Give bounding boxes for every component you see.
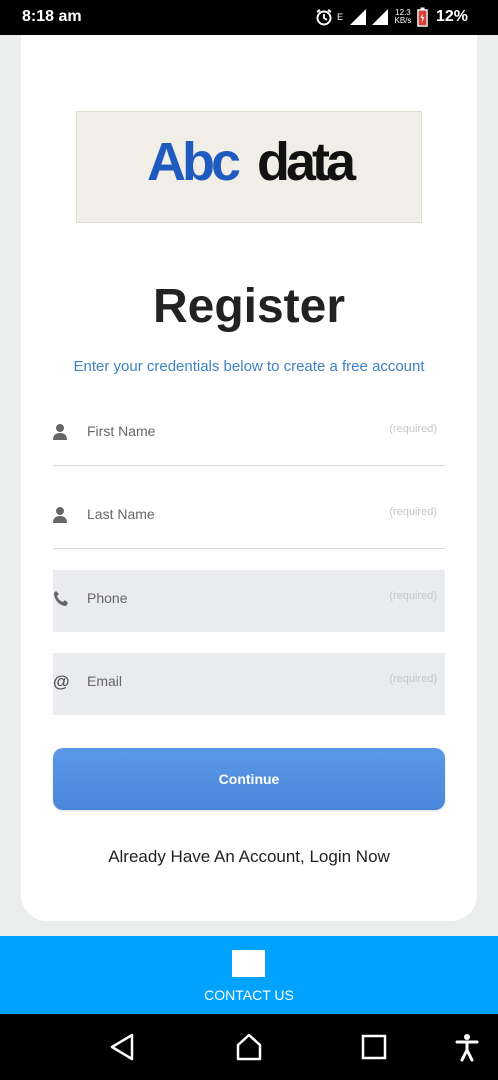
user-icon [53, 424, 67, 440]
email-required-hint: (required) [389, 673, 437, 685]
logo-graphic: Abc data [147, 132, 361, 192]
logo-text-data: data [257, 132, 357, 192]
phone-placeholder: Phone [87, 590, 128, 606]
status-time: 8:18 am [22, 8, 82, 25]
page-title: Register [152, 280, 346, 333]
first-name-placeholder: First Name [87, 423, 156, 439]
email-field[interactable]: @ Email (required) [53, 653, 445, 715]
contact-us-label: CONTACT US [204, 987, 294, 1003]
first-name-required-hint: (required) [389, 423, 437, 435]
contact-us-bar[interactable]: CONTACT US [0, 936, 498, 1014]
register-card: Abc data Register Enter your credentials… [21, 35, 477, 921]
home-icon[interactable] [234, 1032, 264, 1062]
system-nav-bar [0, 1014, 498, 1080]
network-type-label: E [336, 11, 343, 22]
network-type-icon: E [336, 11, 345, 22]
first-name-field[interactable]: First Name (required) [53, 403, 445, 466]
net-speed-unit: KB/s [394, 16, 412, 25]
phone-field[interactable]: Phone (required) [53, 570, 445, 632]
battery-icon [417, 7, 428, 27]
accessibility-icon[interactable] [452, 1032, 482, 1062]
contact-icon [232, 950, 265, 977]
alarm-icon [316, 9, 332, 26]
signal-icon-2 [371, 9, 388, 25]
last-name-field[interactable]: Last Name (required) [53, 486, 445, 549]
phone-icon [54, 591, 68, 606]
user-icon [53, 507, 67, 523]
logo-text-abc: Abc [147, 132, 240, 192]
net-speed: 12.3 KB/s [393, 9, 413, 25]
signal-icon [349, 9, 366, 25]
status-icons: E 12.3 KB/s 12% [315, 6, 468, 28]
continue-button[interactable]: Continue [53, 748, 445, 810]
svg-text:@: @ [53, 673, 69, 691]
brand-logo: Abc data [76, 111, 422, 223]
recent-apps-icon[interactable] [359, 1032, 389, 1062]
login-link[interactable]: Already Have An Account, Login Now [21, 847, 477, 867]
email-placeholder: Email [87, 673, 123, 689]
back-icon[interactable] [108, 1032, 138, 1062]
last-name-required-hint: (required) [389, 506, 437, 518]
last-name-placeholder: Last Name [87, 506, 155, 522]
page-subtitle: Enter your credentials below to create a… [73, 358, 425, 375]
status-bar: 8:18 am E 12.3 KB/s 12% [0, 0, 498, 35]
at-icon: @ [53, 673, 69, 691]
battery-percent: 12% [435, 8, 468, 25]
phone-required-hint: (required) [389, 590, 437, 602]
